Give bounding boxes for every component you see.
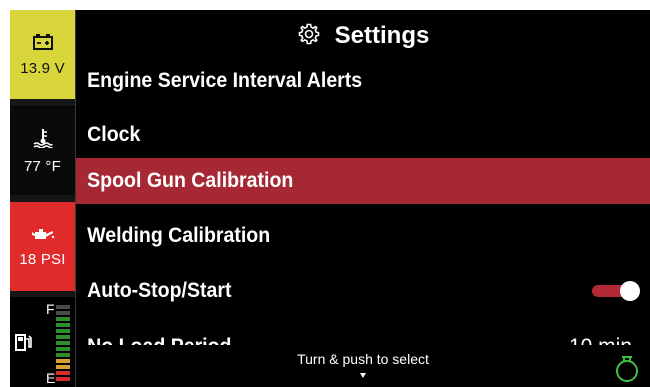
coolant-temperature-icon: [32, 128, 54, 152]
fuel-gauge-segment: [56, 317, 70, 321]
fuel-gauge-segment: [56, 347, 70, 351]
coolant-temperature-tile: 77 °F: [10, 107, 75, 195]
battery-icon: [32, 33, 54, 54]
menu-item-auto-stop-start[interactable]: Auto-Stop/Start: [76, 268, 650, 314]
menu-item-label: Welding Calibration: [87, 224, 271, 247]
navigation-hint: Turn & push to select: [297, 351, 429, 367]
fuel-gauge-segment: [56, 305, 70, 309]
coolant-temperature-value: 77 °F: [23, 157, 61, 175]
gear-icon: [297, 22, 321, 50]
fuel-gauge-segment: [56, 335, 70, 339]
tile-separator: [10, 99, 75, 106]
menu-item-clock[interactable]: Clock: [76, 112, 650, 158]
fuel-gauge-segment: [56, 377, 70, 381]
fuel-empty-label: E: [46, 370, 56, 386]
page-title: Settings: [334, 22, 430, 49]
oil-can-icon: [31, 226, 55, 245]
fuel-full-label: F: [46, 301, 55, 317]
fuel-gauge-segment: [56, 311, 70, 315]
fuel-level-gauge: [56, 305, 70, 384]
oil-pressure-tile: 18 PSI: [10, 202, 75, 291]
display-screen: 13.9 V 77 °F 18 PSI F E Engine Service I…: [10, 10, 650, 387]
fuel-gauge-segment: [56, 353, 70, 357]
settings-menu: Engine Service Interval Alerts Clock Spo…: [76, 10, 650, 387]
fuel-gauge-segment: [56, 359, 70, 363]
footer-bar: Turn & push to select: [76, 345, 650, 387]
status-sidebar: 13.9 V 77 °F 18 PSI F E: [10, 10, 75, 387]
toggle-knob: [620, 281, 640, 301]
menu-item-label: Auto-Stop/Start: [87, 279, 232, 302]
fuel-gauge-segment: [56, 323, 70, 327]
menu-item-label: Engine Service Interval Alerts: [87, 69, 363, 92]
engine-status-icon: [614, 353, 640, 383]
settings-panel: Engine Service Interval Alerts Clock Spo…: [76, 10, 650, 387]
menu-item-engine-service-interval-alerts[interactable]: Engine Service Interval Alerts: [76, 58, 650, 104]
page-header: Settings: [76, 10, 650, 62]
menu-item-label: Clock: [87, 123, 141, 146]
battery-voltage-tile: 13.9 V: [10, 10, 75, 99]
fuel-gauge-segment: [56, 341, 70, 345]
menu-item-spool-gun-calibration[interactable]: Spool Gun Calibration: [76, 158, 650, 204]
fuel-gauge-segment: [56, 371, 70, 375]
oil-pressure-value: 18 PSI: [19, 250, 66, 268]
tile-separator: [10, 195, 75, 202]
fuel-gauge-segment: [56, 329, 70, 333]
fuel-level-tile: F E: [10, 297, 75, 387]
menu-item-welding-calibration[interactable]: Welding Calibration: [76, 213, 650, 259]
auto-stop-start-toggle[interactable]: [592, 281, 640, 301]
fuel-gauge-segment: [56, 365, 70, 369]
scroll-down-indicator-icon: [360, 373, 366, 378]
battery-voltage-value: 13.9 V: [20, 59, 65, 77]
menu-item-label: Spool Gun Calibration: [87, 169, 294, 192]
fuel-pump-icon: [14, 333, 34, 357]
